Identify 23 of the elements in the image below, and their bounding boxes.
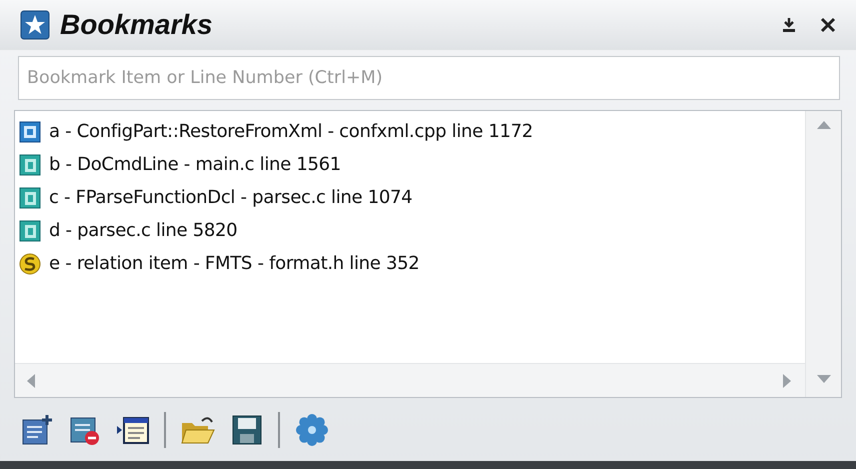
class-icon [19,120,41,142]
scroll-down-icon[interactable] [816,375,830,383]
bookmark-item[interactable]: e - relation item - FMTS - format.h line 352 [19,247,805,280]
function-icon [19,154,41,176]
close-icon[interactable] [820,17,836,33]
bookmark-item[interactable]: d - parsec.c line 5820 [19,214,805,247]
add-bookmark-icon[interactable] [20,412,54,446]
bookmark-item[interactable]: b - DoCmdLine - main.c line 1561 [19,148,805,181]
scroll-right-icon[interactable] [783,374,791,388]
symbol-icon [19,252,41,274]
bookmark-item[interactable]: a - ConfigPart::RestoreFromXml - confxml.cpp line 1172 [19,115,805,148]
save-icon[interactable] [230,412,264,446]
panel-title: Bookmarks [60,9,214,41]
bookmark-item[interactable]: c - FParseFunctionDcl - parsec.c line 1074 [19,181,805,214]
horizontal-scrollbar[interactable] [15,363,805,397]
vertical-scrollbar[interactable] [805,111,841,397]
scroll-up-icon[interactable] [816,121,830,129]
scroll-left-icon[interactable] [27,374,35,388]
function-icon [19,220,41,242]
pin-icon[interactable] [780,16,798,34]
settings-icon[interactable] [294,412,330,448]
function-icon [19,186,41,208]
search-field[interactable]: Bookmark Item or Line Number (Ctrl+M) [18,56,840,100]
